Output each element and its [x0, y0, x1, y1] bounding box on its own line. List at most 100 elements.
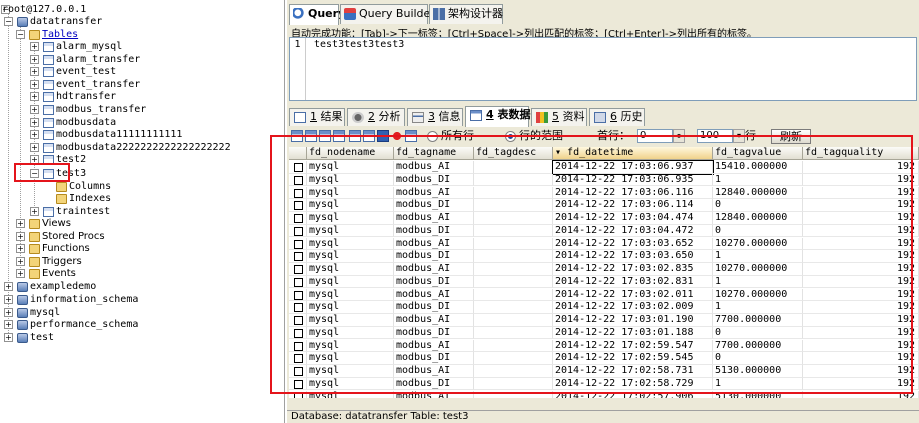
cell-fd_tagname[interactable]: modbus_AI [394, 161, 474, 174]
cell-fd_tagvalue[interactable]: 10270.000000 [713, 288, 803, 302]
cell-fd_tagdesc[interactable] [474, 199, 553, 212]
cell-fd_tagvalue[interactable]: 1 [713, 173, 803, 187]
cell-fd_tagname[interactable]: modbus_AI [394, 339, 474, 353]
cell-fd_tagdesc[interactable] [474, 339, 553, 353]
cell-fd_tagname[interactable]: modbus_AI [394, 288, 474, 302]
row-checkbox[interactable] [294, 201, 303, 211]
row-checkbox-cell[interactable] [289, 301, 307, 314]
cell-fd_tagquality[interactable]: 192 [803, 275, 919, 289]
cell-fd_tagname[interactable]: modbus_DI [394, 224, 474, 238]
cell-fd_tagquality[interactable]: 192 [803, 390, 919, 398]
table-row[interactable]: mysql modbus_AI 2014-12-22 17:03:02.011 102… [289, 288, 919, 302]
table-row[interactable]: mysql modbus_AI 2014-12-22 17:03:01.190 770… [289, 314, 919, 327]
expand-icon[interactable]: + [4, 320, 13, 330]
cell-fd_tagname[interactable]: modbus_AI [394, 390, 474, 398]
row-checkbox-cell[interactable] [289, 352, 307, 365]
cell-fd_tagdesc[interactable] [474, 186, 553, 200]
cell-fd_tagname[interactable]: modbus_DI [394, 326, 474, 340]
tab-analysis[interactable]: 2 分析 [347, 108, 405, 126]
table-row[interactable]: mysql modbus_DI 2014-12-22 17:03:02.831 1 19… [289, 275, 919, 289]
tab-schema-designer[interactable]: 架构设计器 [429, 4, 503, 24]
cell-fd_nodename[interactable]: mysql [307, 263, 394, 276]
row-checkbox[interactable] [294, 265, 303, 274]
table-data-grid[interactable]: fd_nodename fd_tagname fd_tagdesc ▾ fd_date… [289, 147, 919, 398]
row-checkbox-cell[interactable] [289, 390, 307, 398]
table-row[interactable]: mysql modbus_AI 2014-12-22 17:03:06.937 154… [289, 160, 919, 175]
expand-icon[interactable]: + [30, 67, 39, 77]
cell-fd_tagquality[interactable]: 192 [803, 161, 919, 174]
cell-fd_nodename[interactable]: mysql [307, 301, 394, 314]
row-checkbox[interactable] [294, 214, 303, 223]
cell-fd_nodename[interactable]: mysql [307, 275, 394, 289]
cell-fd_tagname[interactable]: modbus_DI [394, 173, 474, 187]
column-header-fd_tagdesc[interactable]: fd_tagdesc [474, 147, 553, 160]
cell-fd_tagquality[interactable]: 192 [803, 199, 919, 212]
expand-icon[interactable]: + [4, 282, 13, 291]
cell-fd_datetime[interactable]: 2014-12-22 17:03:06.935 [553, 173, 713, 187]
row-checkbox-cell[interactable] [289, 161, 307, 174]
column-header-fd_tagvalue[interactable]: fd_tagvalue [713, 147, 803, 160]
row-checkbox[interactable] [294, 341, 303, 351]
cell-fd_tagname[interactable]: modbus_DI [394, 250, 474, 263]
expand-icon[interactable]: + [16, 256, 25, 266]
row-count-input[interactable]: 100 [697, 129, 733, 143]
cell-fd_tagname[interactable]: modbus_DI [394, 301, 474, 314]
cell-fd_nodename[interactable]: mysql [307, 237, 394, 251]
cell-fd_tagdesc[interactable] [474, 352, 553, 365]
row-checkbox[interactable] [294, 252, 303, 262]
cell-fd_datetime[interactable]: 2014-12-22 17:03:04.472 [553, 224, 713, 238]
cell-fd_nodename[interactable]: mysql [307, 224, 394, 238]
row-checkbox-cell[interactable] [289, 314, 307, 327]
expand-icon[interactable]: + [30, 42, 39, 51]
cell-fd_nodename[interactable]: mysql [307, 390, 394, 398]
expand-icon[interactable]: + [30, 155, 39, 165]
row-checkbox[interactable] [294, 328, 303, 338]
cell-fd_nodename[interactable]: mysql [307, 212, 394, 225]
row-checkbox-cell[interactable] [289, 224, 307, 238]
table-row[interactable]: mysql modbus_DI 2014-12-22 17:02:59.545 0 19… [289, 352, 919, 365]
expand-icon[interactable]: + [16, 219, 25, 228]
cell-fd_tagname[interactable]: modbus_DI [394, 199, 474, 212]
cell-fd_datetime[interactable]: 2014-12-22 17:02:57.906 [553, 390, 713, 398]
cell-fd_tagdesc[interactable] [474, 224, 553, 238]
expand-icon[interactable]: + [30, 130, 39, 140]
row-checkbox-cell[interactable] [289, 263, 307, 276]
cell-fd_tagvalue[interactable]: 1 [713, 301, 803, 314]
cell-fd_tagdesc[interactable] [474, 288, 553, 302]
row-checkbox-cell[interactable] [289, 250, 307, 263]
table-row[interactable]: mysql modbus_DI 2014-12-22 17:03:04.472 0 19… [289, 224, 919, 238]
cell-fd_tagquality[interactable]: 192 [803, 365, 919, 378]
cell-fd_tagvalue[interactable]: 0 [713, 352, 803, 365]
cell-fd_datetime[interactable]: 2014-12-22 17:03:03.652 [553, 237, 713, 251]
tab-history[interactable]: 6 历史 [589, 108, 645, 126]
cell-fd_nodename[interactable]: mysql [307, 352, 394, 365]
form-view-icon[interactable] [305, 130, 317, 142]
cell-fd_tagdesc[interactable] [474, 314, 553, 327]
cell-fd_datetime[interactable]: 2014-12-22 17:03:02.011 [553, 288, 713, 302]
row-checkbox[interactable] [294, 316, 303, 325]
cell-fd_tagname[interactable]: modbus_AI [394, 186, 474, 200]
insert-row-icon[interactable] [405, 130, 417, 142]
cell-fd_tagquality[interactable]: 192 [803, 186, 919, 200]
table-row[interactable]: mysql modbus_AI 2014-12-22 17:02:57.906 513… [289, 390, 919, 398]
table-row[interactable]: mysql modbus_AI 2014-12-22 17:03:02.835 102… [289, 263, 919, 276]
delete-icon[interactable] [391, 130, 403, 142]
table-row[interactable]: mysql modbus_AI 2014-12-22 17:03:03.652 102… [289, 237, 919, 251]
table-row[interactable]: mysql modbus_DI 2014-12-22 17:03:06.935 1 19… [289, 173, 919, 187]
cell-fd_tagquality[interactable]: 192 [803, 288, 919, 302]
expand-icon[interactable]: + [4, 333, 13, 343]
tab-query-builder[interactable]: Query Builder [340, 4, 435, 24]
cell-fd_tagvalue[interactable]: 10270.000000 [713, 237, 803, 251]
cell-fd_datetime[interactable]: 2014-12-22 17:03:01.190 [553, 314, 713, 327]
grid-view-icon[interactable] [291, 130, 303, 142]
cell-fd_tagquality[interactable]: 192 [803, 224, 919, 238]
row-checkbox[interactable] [294, 226, 303, 236]
column-header-fd_tagquality[interactable]: fd_tagquality [803, 147, 919, 160]
expand-icon[interactable]: + [30, 54, 39, 64]
row-checkbox-cell[interactable] [289, 377, 307, 391]
cell-fd_datetime[interactable]: 2014-12-22 17:03:03.650 [553, 250, 713, 263]
row-count-spinner[interactable]: ▾ [733, 129, 745, 143]
expand-icon[interactable]: + [30, 92, 39, 102]
cell-fd_nodename[interactable]: mysql [307, 365, 394, 378]
table-row[interactable]: mysql modbus_DI 2014-12-22 17:03:06.114 0 19… [289, 199, 919, 212]
